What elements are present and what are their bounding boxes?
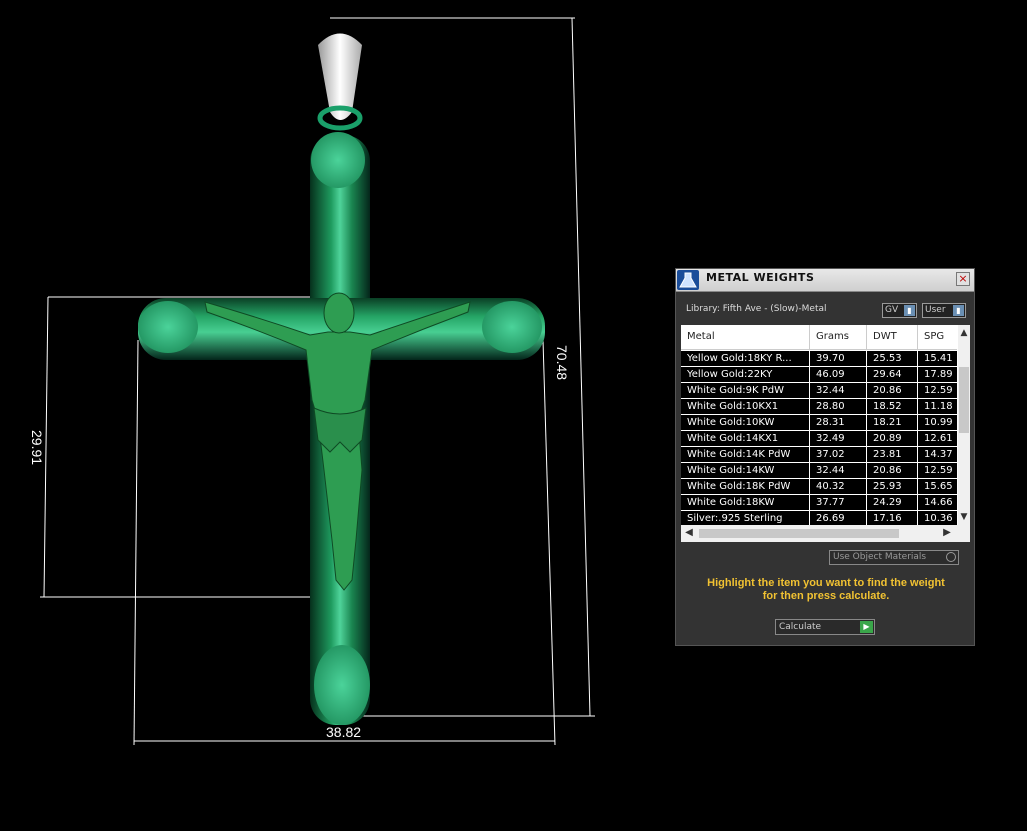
table-header: Metal Grams DWT SPG [681,325,957,350]
metal-weights-panel: METAL WEIGHTS × Library: Fifth Ave - (Sl… [675,268,975,646]
cell-metal: White Gold:14KW [681,463,810,478]
cell-dwt: 17.16 [867,511,918,526]
cell-dwt: 20.86 [867,383,918,398]
flask-logo-icon [677,270,699,290]
library-label: Library: Fifth Ave - (Slow)-Metal [686,304,827,314]
cell-dwt: 18.52 [867,399,918,414]
cell-grams: 26.69 [810,511,867,526]
cell-metal: Silver:.925 Sterling [681,511,810,526]
cell-dwt: 23.81 [867,447,918,462]
cell-grams: 32.44 [810,383,867,398]
bail [317,33,363,131]
gv-select[interactable]: GV ▮ [882,303,917,318]
table-row[interactable]: White Gold:18KW 37.77 24.29 14.66 [681,495,957,511]
calculate-button[interactable]: Calculate ▶ [775,619,875,635]
cell-grams: 40.32 [810,479,867,494]
panel-title: METAL WEIGHTS [706,271,815,284]
cell-grams: 39.70 [810,351,867,366]
play-icon: ▶ [860,621,873,633]
height-dimension-label: 70.48 [554,345,570,381]
column-header-dwt[interactable]: DWT [867,325,918,349]
cell-spg: 12.61 [924,433,953,444]
cell-spg: 10.99 [924,417,953,428]
cell-spg: 17.89 [924,369,953,380]
cell-grams: 28.31 [810,415,867,430]
user-select[interactable]: User ▮ [922,303,966,318]
metal-table: Metal Grams DWT SPG Yellow Gold:18KY R..… [681,325,970,542]
cell-grams: 32.44 [810,463,867,478]
table-row[interactable]: Yellow Gold:22KY 46.09 29.64 17.89 [681,367,957,383]
use-object-materials-option[interactable]: Use Object Materials [829,550,959,565]
table-row[interactable]: Yellow Gold:18KY R... 39.70 25.53 15.41 [681,351,957,367]
width-dimension-label: 38.82 [326,724,362,740]
use-object-materials-label: Use Object Materials [833,552,927,562]
cell-metal: White Gold:10KX1 [681,399,810,414]
user-select-value: User [925,305,946,315]
cell-metal: White Gold:18KW [681,495,810,510]
calculate-label: Calculate [779,622,822,632]
cell-spg: 11.18 [924,401,953,412]
scroll-up-icon[interactable]: ▲ [958,327,970,339]
cell-metal: White Gold:14K PdW [681,447,810,462]
cell-metal: Yellow Gold:18KY R... [681,351,810,366]
cell-spg: 12.59 [924,465,953,476]
cell-grams: 28.80 [810,399,867,414]
table-row[interactable]: White Gold:14K PdW 37.02 23.81 14.37 [681,447,957,463]
column-header-spg[interactable]: SPG [918,325,957,349]
horizontal-scroll-thumb[interactable] [699,529,899,538]
scroll-down-icon[interactable]: ▼ [958,511,970,523]
table-row[interactable]: White Gold:9K PdW 32.44 20.86 12.59 [681,383,957,399]
table-body: Yellow Gold:18KY R... 39.70 25.53 15.41 Yell… [681,351,957,527]
cell-dwt: 29.64 [867,367,918,382]
dropdown-icon: ▮ [953,305,964,316]
cell-dwt: 20.86 [867,463,918,478]
dropdown-icon: ▮ [904,305,915,316]
instruction-text: Highlight the item you want to find the … [686,577,966,603]
cell-metal: Yellow Gold:22KY [681,367,810,382]
radio-icon[interactable] [946,552,956,562]
cell-grams: 46.09 [810,367,867,382]
table-row[interactable]: White Gold:18K PdW 40.32 25.93 15.65 [681,479,957,495]
cell-grams: 32.49 [810,431,867,446]
cell-spg: 15.41 [924,353,953,364]
column-header-metal[interactable]: Metal [681,325,810,349]
table-row[interactable]: White Gold:10KW 28.31 18.21 10.99 [681,415,957,431]
cell-dwt: 24.29 [867,495,918,510]
cell-spg: 14.37 [924,449,953,460]
vertical-scroll-thumb[interactable] [959,367,969,433]
instruction-line-2: for then press calculate. [762,590,890,602]
cell-dwt: 18.21 [867,415,918,430]
table-row[interactable]: White Gold:10KX1 28.80 18.52 11.18 [681,399,957,415]
horizontal-scrollbar[interactable]: ◀ ▶ [681,525,970,542]
cell-metal: White Gold:10KW [681,415,810,430]
cell-metal: White Gold:14KX1 [681,431,810,446]
flask-logo-shape [679,272,697,288]
cell-spg: 15.65 [924,481,953,492]
cell-spg: 10.36 [924,513,953,524]
scroll-right-icon[interactable]: ▶ [941,527,953,539]
cell-dwt: 20.89 [867,431,918,446]
arm-dimension-label: 29.91 [29,430,45,466]
cell-grams: 37.02 [810,447,867,462]
cell-spg: 14.66 [924,497,953,508]
gv-select-value: GV [885,305,899,315]
cell-dwt: 25.53 [867,351,918,366]
cell-metal: White Gold:18K PdW [681,479,810,494]
column-header-grams[interactable]: Grams [810,325,867,349]
table-row[interactable]: White Gold:14KX1 32.49 20.89 12.61 [681,431,957,447]
cell-spg: 12.59 [924,385,953,396]
cell-metal: White Gold:9K PdW [681,383,810,398]
close-button[interactable]: × [956,272,970,286]
cell-dwt: 25.93 [867,479,918,494]
panel-titlebar[interactable]: METAL WEIGHTS × [676,269,974,292]
vertical-scrollbar[interactable]: ▲ ▼ [958,325,970,525]
cell-grams: 37.77 [810,495,867,510]
scroll-left-icon[interactable]: ◀ [683,527,695,539]
table-row[interactable]: White Gold:14KW 32.44 20.86 12.59 [681,463,957,479]
instruction-line-1: Highlight the item you want to find the … [707,577,945,589]
